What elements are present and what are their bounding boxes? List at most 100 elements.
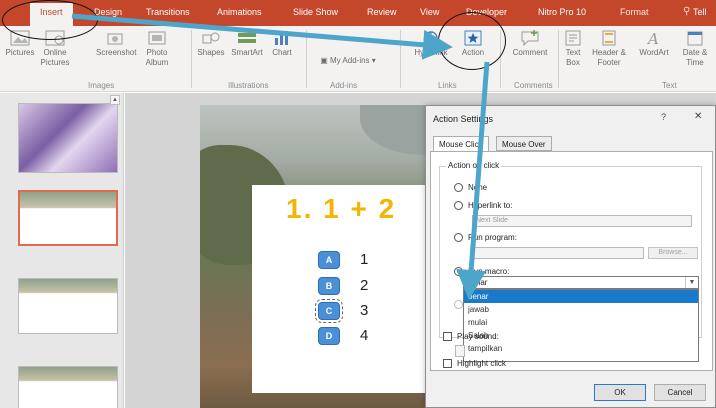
radio-macro-label: Run macro:: [468, 267, 510, 276]
macro-option[interactable]: Salah: [464, 329, 698, 342]
date-time-label: Date & Time: [682, 48, 708, 67]
text-box-button[interactable]: Text Box: [562, 30, 584, 68]
sound-select[interactable]: [455, 345, 465, 357]
tab-view[interactable]: View: [420, 7, 439, 17]
group-divider: [400, 30, 401, 88]
smartart-button[interactable]: SmartArt: [228, 30, 266, 58]
wordart-icon: A: [646, 30, 659, 46]
addins-group-label: Add-ins: [330, 81, 358, 90]
radio-hyperlink[interactable]: [454, 201, 463, 210]
macro-select[interactable]: benar ▼: [463, 276, 699, 289]
group-divider: [558, 30, 559, 88]
macro-selected-value: benar: [467, 278, 488, 287]
tab-design[interactable]: Design: [94, 7, 122, 17]
comments-group-label: Comments: [514, 81, 553, 90]
photo-album-icon: [148, 31, 166, 45]
ribbon: Pictures Online Pictures Screenshot Phot…: [0, 26, 716, 92]
tab-animations[interactable]: Animations: [217, 7, 262, 17]
tab-mouse-over[interactable]: Mouse Over: [496, 136, 552, 151]
chevron-down-icon[interactable]: ▼: [685, 277, 698, 288]
hyperlink-value: Next Slide: [476, 217, 508, 224]
thumbnail-scrollbar[interactable]: ▲: [110, 95, 120, 405]
header-footer-button[interactable]: Header & Footer: [588, 30, 630, 68]
svg-text:A: A: [646, 30, 659, 46]
play-sound-checkbox[interactable]: [443, 332, 452, 341]
text-group-label: Text: [662, 81, 677, 90]
option-button-a[interactable]: A: [318, 251, 340, 269]
slide-thumbnail[interactable]: [18, 103, 118, 173]
macro-option[interactable]: benar: [464, 290, 698, 303]
screenshot-button[interactable]: Screenshot: [96, 30, 136, 58]
dialog-title: Action Settings: [433, 114, 494, 124]
option-button-d[interactable]: D: [318, 327, 340, 345]
program-path-field[interactable]: [472, 247, 644, 259]
option-button-b[interactable]: B: [318, 277, 340, 295]
header-footer-icon: [602, 30, 616, 46]
group-title: Action on click: [446, 161, 502, 170]
slide-thumbnail[interactable]: [18, 278, 118, 334]
shapes-label: Shapes: [197, 48, 225, 57]
highlight-click-checkbox[interactable]: [443, 359, 452, 368]
tab-review[interactable]: Review: [367, 7, 397, 17]
macro-option[interactable]: jawab: [464, 303, 698, 316]
radio-object-action[interactable]: [454, 300, 463, 309]
group-divider: [191, 30, 192, 88]
slide-thumbnail[interactable]: [18, 366, 118, 408]
radio-none[interactable]: [454, 183, 463, 192]
help-button[interactable]: ?: [661, 112, 666, 122]
ok-button[interactable]: OK: [594, 384, 646, 401]
photo-album-label: Photo Album: [145, 48, 169, 67]
hyperlink-select[interactable]: Next Slide: [472, 215, 692, 227]
close-icon[interactable]: ✕: [694, 111, 702, 122]
my-addins-button[interactable]: ▣ My Add-ins ▾: [318, 56, 378, 66]
highlight-click-label: Highlight click: [457, 359, 506, 368]
chart-icon: [275, 31, 288, 45]
smartart-icon: [238, 33, 256, 43]
shapes-icon: [202, 32, 220, 44]
slide-thumbnail-selected[interactable]: [18, 190, 118, 246]
tab-transitions[interactable]: Transitions: [146, 7, 190, 17]
tab-format[interactable]: Format: [620, 7, 649, 17]
annotation-circle-action-button: [438, 12, 506, 70]
wordart-label: WordArt: [639, 48, 669, 57]
online-pictures-label: Online Pictures: [40, 48, 70, 67]
addins-icon: ▣: [320, 56, 328, 65]
option-number: 1: [360, 251, 369, 268]
question-box: 1. 1 + 2 A 1 B 2 C 3 D 4: [252, 185, 452, 393]
radio-run-macro[interactable]: [454, 267, 463, 276]
pictures-label: Pictures: [5, 48, 35, 57]
shapes-button[interactable]: Shapes: [196, 30, 226, 58]
images-group-label: Images: [88, 81, 115, 90]
wordart-button[interactable]: A WordArt: [634, 30, 674, 58]
action-settings-dialog: Action Settings ? ✕ Mouse Click Mouse Ov…: [425, 105, 716, 408]
cancel-button[interactable]: Cancel: [654, 384, 706, 401]
radio-none-label: None: [468, 183, 488, 192]
tab-slide-show[interactable]: Slide Show: [293, 7, 338, 17]
chart-button[interactable]: Chart: [268, 30, 296, 58]
macro-dropdown-list: benar jawab mulai Salah tampilkan: [463, 289, 699, 362]
photo-album-button[interactable]: Photo Album: [140, 30, 174, 68]
date-time-button[interactable]: Date & Time: [676, 30, 714, 68]
calendar-icon: [687, 31, 703, 46]
tab-tell-me[interactable]: Tell: [693, 7, 707, 17]
comment-label: Comment: [512, 48, 548, 57]
radio-run-program[interactable]: [454, 233, 463, 242]
radio-hyperlink-label: Hyperlink to:: [468, 201, 513, 210]
group-divider: [306, 30, 307, 88]
tab-mouse-click[interactable]: Mouse Click: [433, 136, 489, 152]
lightbulb-icon[interactable]: ⚲: [683, 6, 690, 17]
macro-option[interactable]: mulai: [464, 316, 698, 329]
dialog-tab-panel: Action on click None Hyperlink to: Next …: [430, 151, 713, 371]
scroll-up-icon[interactable]: ▲: [110, 95, 120, 105]
option-number: 3: [360, 302, 369, 319]
illustrations-group-label: Illustrations: [228, 81, 269, 90]
tab-nitro-pro[interactable]: Nitro Pro 10: [538, 7, 586, 17]
links-group-label: Links: [438, 81, 457, 90]
option-button-c[interactable]: C: [315, 299, 343, 323]
annotation-circle-insert-tab: [2, 0, 98, 40]
macro-option[interactable]: tampilkan: [464, 342, 698, 355]
screenshot-icon: [107, 33, 123, 45]
comment-button[interactable]: Comment: [508, 30, 552, 58]
browse-button[interactable]: Browse...: [648, 247, 698, 259]
question-text: 1. 1 + 2: [286, 193, 397, 224]
